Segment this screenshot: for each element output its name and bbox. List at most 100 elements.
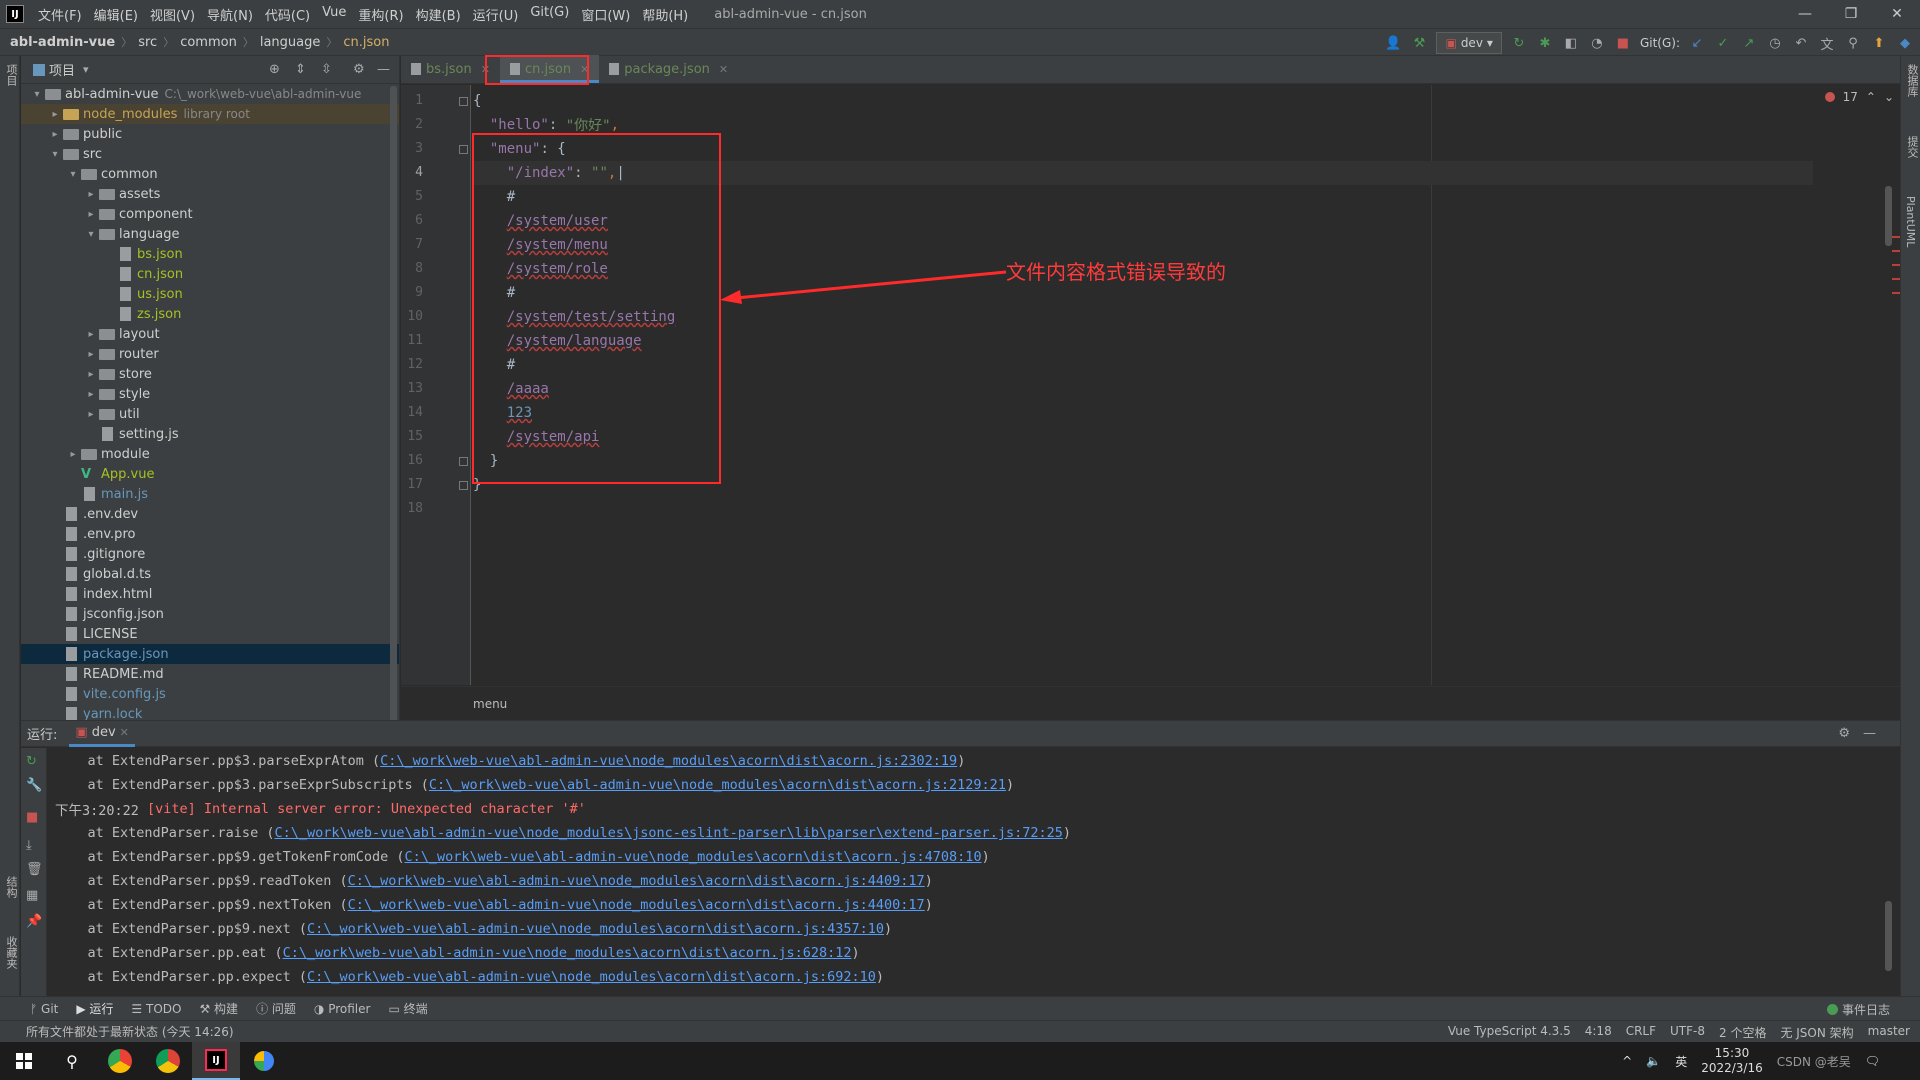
locate-icon[interactable]: ⊕ — [269, 62, 280, 77]
tree-item[interactable]: .env.dev — [21, 504, 399, 524]
tool-tab[interactable]: ▶ 运行 — [76, 1000, 113, 1017]
tree-item[interactable]: main.js — [21, 484, 399, 504]
menu-item[interactable]: Git(G) — [524, 5, 575, 24]
chevron-right-icon[interactable]: ▸ — [83, 189, 99, 200]
status-widget[interactable]: Vue TypeScript 4.3.5 — [1448, 1024, 1571, 1041]
taskbar-app-other[interactable] — [240, 1042, 288, 1080]
menu-item[interactable]: 重构(R) — [352, 5, 409, 24]
fold-marker-icon[interactable] — [459, 481, 468, 490]
menu-item[interactable]: 代码(C) — [259, 5, 316, 24]
plugin-icon[interactable]: ◆ — [1896, 34, 1914, 52]
tree-item[interactable]: ▸ style — [21, 384, 399, 404]
taskbar-app-chrome[interactable] — [144, 1042, 192, 1080]
breadcrumb-language[interactable]: language — [260, 35, 321, 50]
update-icon[interactable]: ⬆ — [1870, 34, 1888, 52]
tree-item[interactable]: yarn.lock — [21, 704, 399, 720]
console-link[interactable]: C:\_work\web-vue\abl-admin-vue\node_modu… — [380, 753, 957, 769]
console-link[interactable]: C:\_work\web-vue\abl-admin-vue\node_modu… — [348, 873, 925, 889]
status-widget[interactable]: UTF-8 — [1670, 1024, 1705, 1041]
chevron-up-icon[interactable]: ^ — [1622, 1054, 1632, 1068]
fold-marker-icon[interactable] — [459, 145, 468, 154]
taskbar-app-intellij[interactable]: IJ — [192, 1042, 240, 1080]
tool-tab[interactable]: ◑ Profiler — [314, 1002, 371, 1016]
tree-item[interactable]: index.html — [21, 584, 399, 604]
tree-item[interactable]: ▾ src — [21, 144, 399, 164]
history-icon[interactable]: ◷ — [1766, 34, 1784, 52]
editor-scrollbar[interactable] — [1885, 186, 1892, 246]
coverage-icon[interactable]: ◧ — [1562, 34, 1580, 52]
chevron-right-icon[interactable]: ▸ — [83, 349, 99, 360]
tree-item[interactable]: ▸ public — [21, 124, 399, 144]
console-link[interactable]: C:\_work\web-vue\abl-admin-vue\node_modu… — [274, 825, 1062, 841]
tree-item[interactable]: LICENSE — [21, 624, 399, 644]
translate-icon[interactable]: 文 — [1818, 34, 1836, 53]
taskbar-app-chrome-canary[interactable] — [96, 1042, 144, 1080]
chevron-right-icon[interactable]: ▸ — [65, 449, 81, 460]
tree-item[interactable]: README.md — [21, 664, 399, 684]
event-log-button[interactable]: 事件日志 — [1826, 1001, 1890, 1018]
status-widget[interactable]: 2 个空格 — [1719, 1024, 1766, 1041]
tree-item[interactable]: ▸ component — [21, 204, 399, 224]
console-output[interactable]: at ExtendParser.pp$3.parseExprAtom (C:\_… — [55, 749, 1875, 995]
hide-icon[interactable]: — — [1863, 726, 1876, 741]
close-icon[interactable]: ✕ — [120, 726, 129, 739]
stop-icon[interactable]: ■ — [1614, 34, 1632, 52]
chevron-right-icon[interactable]: ▸ — [83, 389, 99, 400]
database-tool-tab[interactable]: 数据库 — [1904, 64, 1920, 97]
chevron-down-icon[interactable]: ▾ — [83, 229, 99, 240]
breadcrumb-file[interactable]: cn.json — [343, 35, 389, 50]
tool-tab[interactable]: ᚠ Git — [30, 1002, 58, 1016]
tree-item[interactable]: ▸ store — [21, 364, 399, 384]
gear-icon[interactable]: ⚙ — [1838, 726, 1850, 741]
tree-item[interactable]: ▸ util — [21, 404, 399, 424]
status-widget[interactable]: CRLF — [1626, 1024, 1656, 1041]
debug-bug-icon[interactable]: ✱ — [1536, 34, 1554, 52]
tree-item[interactable]: ▾ language — [21, 224, 399, 244]
run-config-select[interactable]: ▣ dev ▾ — [1436, 32, 1502, 54]
menu-item[interactable]: 帮助(H) — [636, 5, 694, 24]
chevron-right-icon[interactable]: ▸ — [83, 329, 99, 340]
menu-item[interactable]: 窗口(W) — [575, 5, 636, 24]
tree-item[interactable]: package.json — [21, 644, 399, 664]
plantuml-tool-tab[interactable]: PlantUML — [1904, 196, 1917, 247]
tree-item[interactable]: jsconfig.json — [21, 604, 399, 624]
menu-item[interactable]: 导航(N) — [201, 5, 259, 24]
notification-icon[interactable]: 🗨 — [1865, 1054, 1880, 1068]
tree-item[interactable]: ▸ layout — [21, 324, 399, 344]
tree-item[interactable]: ▾ abl-admin-vue C:\_work\web-vue\abl-admin… — [21, 84, 399, 104]
tree-item[interactable]: V App.vue — [21, 464, 399, 484]
status-widget[interactable]: 4:18 — [1585, 1024, 1612, 1041]
project-panel-title[interactable]: 项目 — [49, 60, 75, 79]
breadcrumb-common[interactable]: common — [180, 35, 237, 50]
console-link[interactable]: C:\_work\web-vue\abl-admin-vue\node_modu… — [307, 921, 884, 937]
chevron-down-icon[interactable]: ⌄ — [1884, 90, 1894, 104]
chevron-right-icon[interactable]: ▸ — [83, 209, 99, 220]
stop-icon[interactable]: ■ — [26, 810, 38, 825]
status-message[interactable]: 所有文件都处于最新状态 (今天 14:26) — [26, 1023, 234, 1040]
console-link[interactable]: C:\_work\web-vue\abl-admin-vue\node_modu… — [348, 897, 925, 913]
close-icon[interactable]: ✕ — [1874, 0, 1920, 28]
menu-item[interactable]: 运行(U) — [467, 5, 525, 24]
tree-item[interactable]: setting.js — [21, 424, 399, 444]
git-commit-icon[interactable]: ✓ — [1714, 34, 1732, 52]
tree-item[interactable]: ▸ router — [21, 344, 399, 364]
tree-item[interactable]: ▾ common — [21, 164, 399, 184]
menu-item[interactable]: 构建(B) — [410, 5, 467, 24]
chevron-right-icon[interactable]: ▸ — [83, 409, 99, 420]
volume-icon[interactable]: 🔈 — [1646, 1054, 1661, 1068]
tree-item[interactable]: bs.json — [21, 244, 399, 264]
fold-marker-icon[interactable] — [459, 97, 468, 106]
tree-item[interactable]: ▸ module — [21, 444, 399, 464]
rerun-icon[interactable]: ↻ — [26, 754, 37, 769]
chevron-down-icon[interactable]: ▾ — [83, 63, 89, 76]
restore-icon[interactable]: ❐ — [1828, 0, 1874, 28]
tree-item[interactable]: zs.json — [21, 304, 399, 324]
trash-icon[interactable]: 🗑 — [26, 862, 43, 877]
tree-item[interactable]: .env.pro — [21, 524, 399, 544]
minimize-icon[interactable]: — — [1782, 0, 1828, 28]
chevron-up-icon[interactable]: ⌃ — [1866, 90, 1876, 104]
user-icon[interactable]: 👤 — [1384, 34, 1402, 52]
console-link[interactable]: C:\_work\web-vue\abl-admin-vue\node_modu… — [307, 969, 876, 985]
status-widget[interactable]: 无 JSON 架构 — [1780, 1024, 1853, 1041]
git-update-icon[interactable]: ↙ — [1688, 34, 1706, 52]
